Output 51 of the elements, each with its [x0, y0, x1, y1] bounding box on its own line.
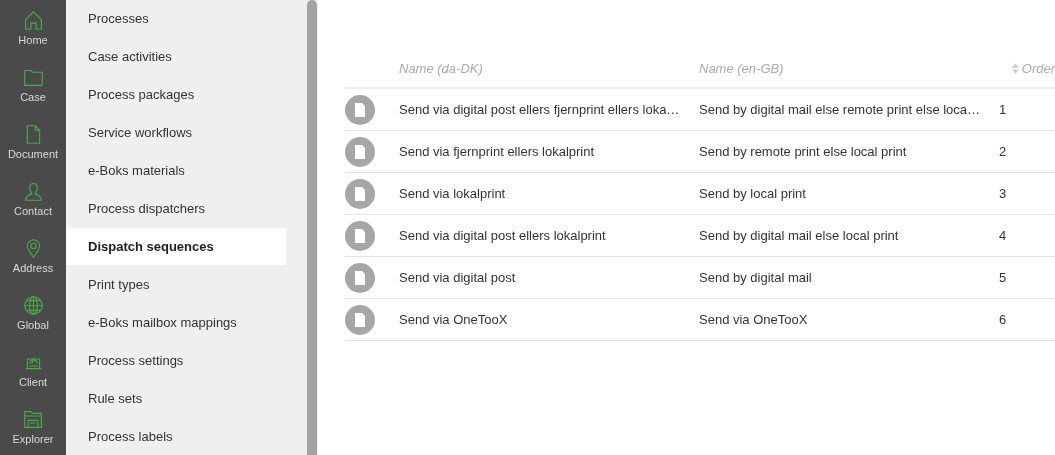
document-icon [345, 94, 375, 125]
table-cell: 4 [999, 228, 1007, 243]
globe-icon [22, 294, 44, 316]
scrollbar[interactable] [307, 0, 317, 455]
nav-rail-item[interactable]: Document [0, 113, 66, 171]
table-cell: 2 [999, 144, 1007, 159]
table-cell: 1 [999, 102, 1007, 117]
menu-item[interactable]: Rule sets [66, 379, 286, 418]
document-icon [345, 178, 375, 209]
home-icon [22, 10, 44, 32]
table-cell-text: Send by digital mail else remote print else loca… [699, 102, 982, 117]
table-cell-text: Send by remote print else local print [699, 144, 908, 159]
table-cell: 6 [999, 312, 1007, 327]
menu-item[interactable]: e-Boks materials [66, 151, 286, 190]
nav-rail-item[interactable]: Address [0, 227, 66, 285]
table-cell: 3 [999, 186, 1007, 201]
menu-item[interactable]: Process settings [66, 341, 286, 380]
table-cell-text: Send by digital mail else local print [699, 228, 900, 243]
table-cell: 5 [999, 270, 1007, 285]
menu-item[interactable]: Dispatch sequences [66, 227, 286, 266]
table-cell-text: Send via digital post ellers lokalprint [399, 228, 607, 243]
menu-item[interactable]: Process dispatchers [66, 189, 286, 228]
table-cell-text: Send via lokalprint [399, 186, 507, 201]
table-cell-text: Send via fjernprint ellers lokalprint [399, 144, 596, 159]
document-icon [345, 136, 375, 167]
menu-item[interactable]: Process packages [66, 75, 286, 114]
nav-rail-item[interactable]: Home [0, 0, 66, 57]
menu-item[interactable]: Processes [66, 0, 286, 38]
nav-rail-item[interactable]: Global [0, 284, 66, 342]
table-cell-text: Send via digital post ellers fjernprint ellers loka… [399, 102, 681, 117]
menu-item[interactable]: e-Boks mailbox mappings [66, 303, 286, 342]
menu-item[interactable]: Case activities [66, 37, 286, 76]
menu-item[interactable]: Service workflows [66, 113, 286, 152]
sort-icon[interactable] [1011, 63, 1019, 74]
document-icon [345, 304, 375, 335]
folder-icon [22, 408, 44, 430]
menu-item[interactable]: Process labels [66, 417, 286, 455]
document-icon [345, 262, 375, 293]
nav-rail-item[interactable]: Contact [0, 170, 66, 228]
table-cell-text: Send by digital mail [699, 270, 813, 285]
nav-rail-item[interactable]: Case [0, 56, 66, 114]
table-cell-text: Send via digital post [399, 270, 517, 285]
person-icon [22, 181, 44, 203]
menu-item[interactable]: Print types [66, 265, 286, 304]
nav-rail-item[interactable]: Client [0, 341, 66, 399]
nav-rail-item[interactable]: Explorer [0, 398, 66, 455]
table-cell-text: Send via OneTooX [699, 312, 809, 327]
table-cell-text: Send by local print [699, 186, 807, 201]
folder-icon [22, 67, 44, 89]
document-icon [345, 220, 375, 251]
table-cell-text: Send via OneTooX [399, 312, 509, 327]
